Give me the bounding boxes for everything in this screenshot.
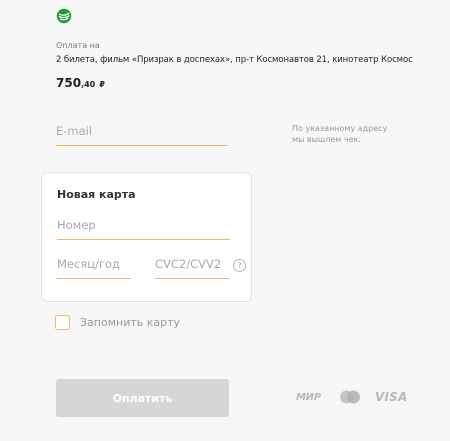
order-description: 2 билета, фильм «Призрак в доспехах», пр… xyxy=(56,55,413,65)
cvc-help-icon[interactable]: ? xyxy=(233,259,246,272)
card-cvc-input[interactable]: CVC2/CVV2 xyxy=(155,257,230,279)
card-expiry-input[interactable]: Месяц/год xyxy=(57,257,131,279)
amount-fraction: ,40 xyxy=(81,80,96,89)
card-number-placeholder: Номер xyxy=(57,218,96,232)
pay-for-label: Оплата на xyxy=(56,41,100,50)
card-expiry-placeholder: Месяц/год xyxy=(57,257,120,271)
email-hint-line1: По указанному адресу xyxy=(292,124,388,133)
email-hint-line2: мы вышлем чек. xyxy=(292,135,361,144)
card-title: Новая карта xyxy=(57,188,136,201)
currency-symbol: ₽ xyxy=(99,80,105,89)
remember-card-label[interactable]: Запомнить карту xyxy=(80,316,180,329)
sberbank-logo-icon xyxy=(56,8,72,24)
email-hint: По указанному адресу мы вышлем чек. xyxy=(292,123,402,145)
mir-logo: МИР xyxy=(296,392,321,403)
new-card-panel: Новая карта Номер Месяц/год CVC2/CVV2 ? xyxy=(41,172,252,302)
card-number-input[interactable]: Номер xyxy=(57,218,230,240)
order-amount: 750,40 ₽ xyxy=(56,76,105,90)
amount-main: 750 xyxy=(56,76,82,90)
remember-card-checkbox[interactable] xyxy=(55,315,70,330)
email-input[interactable]: E-mail xyxy=(56,124,228,146)
payment-page: Оплата на 2 билета, фильм «Призрак в дос… xyxy=(0,0,450,441)
visa-logo: VISA xyxy=(375,390,408,404)
pay-button[interactable]: Оплатить xyxy=(56,379,229,417)
email-placeholder: E-mail xyxy=(56,124,93,138)
mastercard-icon xyxy=(340,390,360,404)
card-cvc-placeholder: CVC2/CVV2 xyxy=(155,257,222,271)
